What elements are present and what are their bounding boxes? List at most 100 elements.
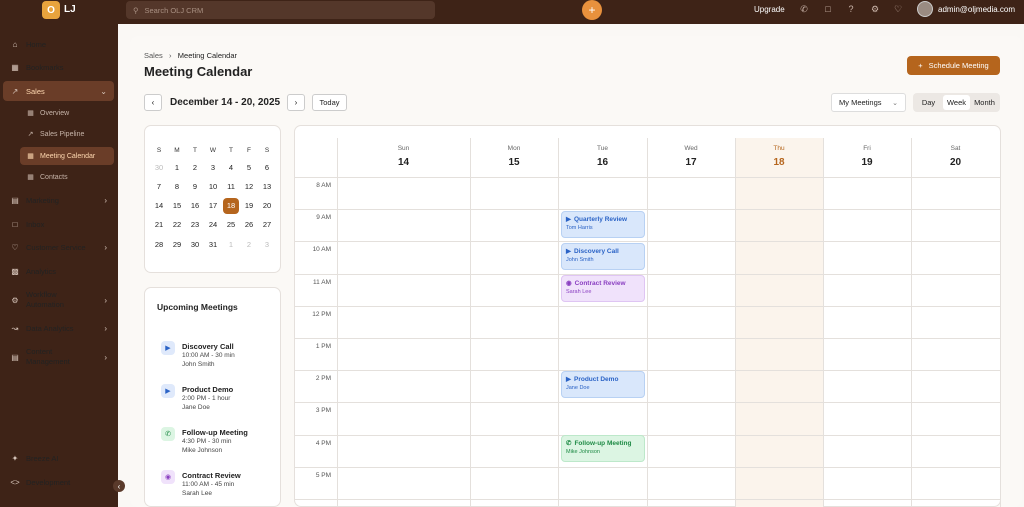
calendar-day[interactable]: 27: [259, 217, 275, 233]
chevron-right-icon: ›: [294, 98, 298, 107]
chevron-right-icon: ›: [104, 195, 107, 205]
sidebar-item-breeze-ai[interactable]: ✦ Breeze AI: [3, 448, 114, 468]
help-icon[interactable]: ?: [845, 4, 857, 14]
sidebar-collapse-button[interactable]: ‹: [113, 480, 125, 492]
sidebar-item-inbox[interactable]: □ Inbox: [3, 214, 114, 234]
megaphone-icon: ▤: [11, 195, 19, 205]
calendar-day[interactable]: 22: [169, 217, 185, 233]
sidebar-item-home[interactable]: ⌂ Home: [3, 34, 114, 54]
sidebar-item-analytics[interactable]: ▩ Analytics: [3, 261, 114, 281]
calendar-day[interactable]: 9: [187, 179, 203, 195]
calendar-event[interactable]: ✆ Follow-up Meeting Mike Johnson: [561, 435, 645, 462]
sidebar-subitem-contacts[interactable]: ▦ Contacts: [20, 168, 114, 186]
calendar-day[interactable]: 3: [205, 160, 221, 176]
upcoming-meeting-name[interactable]: Follow-up Meeting: [182, 428, 248, 437]
settings-icon[interactable]: ⚙: [869, 4, 881, 15]
calendar-day[interactable]: 24: [205, 217, 221, 233]
day-number[interactable]: 14: [337, 157, 470, 168]
chat-icon[interactable]: □: [822, 4, 834, 14]
calendar-day[interactable]: 3: [259, 237, 275, 253]
calendar-day[interactable]: 13: [259, 179, 275, 195]
bell-icon[interactable]: ♡: [892, 4, 904, 15]
calendar-day[interactable]: 10: [205, 179, 221, 195]
sidebar-subitem-overview[interactable]: ▦ Overview: [20, 104, 114, 122]
sidebar-subitem-pipeline[interactable]: ↗ Sales Pipeline: [20, 125, 114, 143]
view-week-button[interactable]: Week: [943, 95, 970, 110]
view-month-button[interactable]: Month: [971, 95, 998, 110]
meetings-filter-select[interactable]: My Meetings ⌄: [831, 93, 906, 112]
breadcrumb-root[interactable]: Sales: [144, 51, 163, 60]
day-number[interactable]: 15: [470, 157, 558, 168]
upcoming-meeting-name[interactable]: Discovery Call: [182, 342, 234, 351]
sidebar-item-development[interactable]: <> Development: [3, 472, 114, 492]
calendar-day[interactable]: 5: [241, 160, 257, 176]
calendar-day[interactable]: 30: [187, 237, 203, 253]
calendar-day[interactable]: 17: [205, 198, 221, 214]
sidebar-item-sales[interactable]: ↗ Sales ⌄: [3, 81, 114, 101]
calendar-event[interactable]: ▶ Quarterly Review Tom Harris: [561, 211, 645, 238]
calendar-day[interactable]: 15: [169, 198, 185, 214]
calendar-day[interactable]: 12: [241, 179, 257, 195]
calendar-day[interactable]: 2: [187, 160, 203, 176]
upgrade-link[interactable]: Upgrade: [754, 5, 785, 14]
sidebar-item-content-management[interactable]: ▤ Content Management ›: [3, 344, 114, 370]
day-number[interactable]: 17: [647, 157, 735, 168]
app-logo[interactable]: O: [42, 1, 60, 19]
upcoming-meeting-name[interactable]: Contract Review: [182, 471, 241, 480]
create-button[interactable]: +: [582, 0, 602, 20]
sidebar-item-data-analytics[interactable]: ↝ Data Analytics ›: [3, 318, 114, 338]
today-button[interactable]: Today: [312, 94, 347, 111]
grid-column-divider: [470, 138, 471, 507]
calendar-day[interactable]: 1: [169, 160, 185, 176]
sidebar-item-bookmarks[interactable]: ▦ Bookmarks: [3, 57, 114, 77]
phone-icon[interactable]: ✆: [798, 4, 810, 15]
calendar-day[interactable]: 6: [259, 160, 275, 176]
calendar-day[interactable]: 26: [241, 217, 257, 233]
sidebar-item-customer-service[interactable]: ♡ Customer Service ›: [3, 237, 114, 257]
calendar-day[interactable]: 30: [151, 160, 167, 176]
calendar-day[interactable]: 2: [241, 237, 257, 253]
upcoming-meeting-person: Sarah Lee: [182, 490, 212, 497]
day-of-week-label: Fri: [863, 145, 871, 152]
view-switcher: Day Week Month: [913, 93, 1000, 112]
calendar-event[interactable]: ▶ Product Demo Jane Doe: [561, 371, 645, 398]
search-input[interactable]: ⚲ Search OLJ CRM: [126, 1, 435, 19]
calendar-day[interactable]: 4: [223, 160, 239, 176]
calendar-day[interactable]: 11: [223, 179, 239, 195]
view-day-button[interactable]: Day: [915, 95, 942, 110]
calendar-day[interactable]: 25: [223, 217, 239, 233]
calendar-day[interactable]: 8: [169, 179, 185, 195]
day-number[interactable]: 16: [558, 157, 647, 168]
day-of-week-label: Tue: [597, 145, 608, 152]
next-week-button[interactable]: ›: [287, 94, 305, 111]
hour-label: 9 AM: [316, 214, 331, 221]
calendar-day[interactable]: 20: [259, 198, 275, 214]
avatar[interactable]: [917, 1, 933, 17]
video-icon: ▶: [566, 376, 571, 383]
calendar-day[interactable]: 16: [187, 198, 203, 214]
user-email[interactable]: admin@oljmedia.com: [938, 5, 1015, 14]
calendar-day[interactable]: 28: [151, 237, 167, 253]
grid-hour-line: [295, 370, 1000, 371]
sidebar-item-marketing[interactable]: ▤ Marketing ›: [3, 190, 114, 210]
sidebar-subitem-meeting-calendar[interactable]: ▦ Meeting Calendar: [20, 147, 114, 165]
bookmark-icon: ▦: [11, 62, 19, 72]
calendar-day[interactable]: 29: [169, 237, 185, 253]
upcoming-meeting-name[interactable]: Product Demo: [182, 385, 233, 394]
calendar-day[interactable]: 21: [151, 217, 167, 233]
day-number[interactable]: 19: [823, 157, 911, 168]
calendar-day[interactable]: 14: [151, 198, 167, 214]
day-number[interactable]: 20: [911, 157, 1000, 168]
prev-week-button[interactable]: ‹: [144, 94, 162, 111]
calendar-day[interactable]: 1: [223, 237, 239, 253]
calendar-day[interactable]: 18: [223, 198, 239, 214]
calendar-day[interactable]: 23: [187, 217, 203, 233]
calendar-day[interactable]: 31: [205, 237, 221, 253]
calendar-event[interactable]: ▶ Discovery Call John Smith: [561, 243, 645, 270]
calendar-day[interactable]: 7: [151, 179, 167, 195]
day-number[interactable]: 18: [735, 157, 823, 168]
schedule-meeting-button[interactable]: + Schedule Meeting: [907, 56, 1000, 75]
calendar-event[interactable]: ◉ Contract Review Sarah Lee: [561, 275, 645, 302]
sidebar-item-workflow-automation[interactable]: ⚙ Workflow Automation ›: [3, 287, 114, 313]
calendar-day[interactable]: 19: [241, 198, 257, 214]
